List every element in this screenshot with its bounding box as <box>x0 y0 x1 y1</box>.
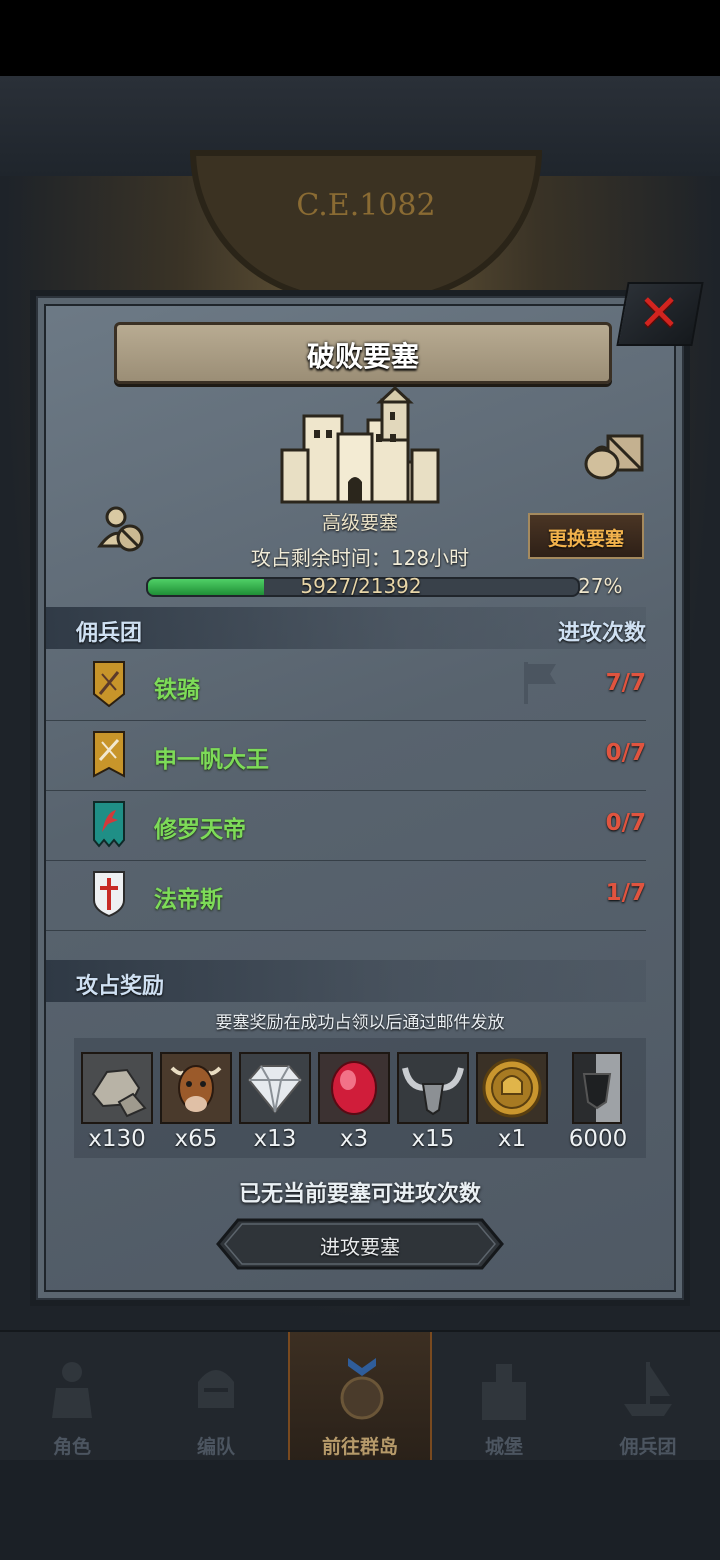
nav-label: 城堡 <box>484 1436 523 1458</box>
mercenary-row[interactable]: 铁骑 7/7 <box>46 650 646 721</box>
reward-item[interactable] <box>318 1052 390 1124</box>
capture-progress-value: 5927/21392 <box>300 574 422 598</box>
status-bar <box>0 0 720 76</box>
mercenary-section-header: 佣兵团 进攻次数 <box>46 607 646 649</box>
helmet-icon <box>198 1370 234 1408</box>
dialog-title: 破败要塞 <box>306 340 419 373</box>
yellow-sword-shield-icon <box>93 661 125 708</box>
ox-icon <box>162 1054 230 1122</box>
reward-quantity: x13 <box>253 1126 297 1152</box>
horns-icon <box>399 1054 467 1122</box>
nav-formation[interactable]: 编队 <box>144 1332 288 1462</box>
reward-section-header: 攻占奖励 <box>46 960 646 1002</box>
nav-mercenary[interactable]: 佣兵团 <box>576 1332 720 1462</box>
attack-count: 0/7 <box>605 740 646 766</box>
reward-header-label: 攻占奖励 <box>76 974 165 999</box>
nav-label: 角色 <box>52 1436 91 1458</box>
reward-item[interactable] <box>476 1052 548 1124</box>
gold-medal-icon <box>478 1054 546 1122</box>
reward-item[interactable] <box>572 1052 622 1124</box>
reward-quantity: x65 <box>174 1126 218 1152</box>
bottom-navigation: 角色 编队 前往群岛 城堡 佣兵团 <box>0 1330 720 1462</box>
capture-progress-percent: 27% <box>578 574 623 598</box>
nav-islands[interactable]: 前往群岛 <box>288 1332 432 1462</box>
reward-item[interactable] <box>397 1052 469 1124</box>
attack-count-header-label: 进攻次数 <box>557 621 646 646</box>
compass-icon <box>340 1358 384 1420</box>
nav-castle[interactable]: 城堡 <box>432 1332 576 1462</box>
reward-quantity: x130 <box>88 1126 146 1152</box>
reward-quantity: x1 <box>497 1126 527 1152</box>
reward-item[interactable] <box>81 1052 153 1124</box>
reward-note: 要塞奖励在成功占领以后通过邮件发放 <box>215 1013 505 1033</box>
attack-count: 7/7 <box>605 670 646 696</box>
reward-item[interactable] <box>239 1052 311 1124</box>
nav-role[interactable]: 角色 <box>0 1332 144 1462</box>
ruby-icon <box>320 1054 388 1122</box>
attack-fortress-button[interactable]: 进攻要塞 <box>216 1218 504 1270</box>
reward-item[interactable] <box>160 1052 232 1124</box>
reward-quantity: 6000 <box>568 1126 628 1152</box>
banner-token-icon <box>574 1054 620 1122</box>
attack-fortress-label: 进攻要塞 <box>320 1235 400 1259</box>
reward-quantity: x15 <box>411 1126 455 1152</box>
change-fortress-label: 更换要塞 <box>547 528 624 550</box>
system-nav-area <box>0 1460 720 1560</box>
attack-count: 0/7 <box>605 810 646 836</box>
close-button[interactable]: ✕ <box>616 282 704 346</box>
reward-quantity: x3 <box>339 1126 369 1152</box>
era-label: C.E.1082 <box>296 188 436 223</box>
nav-label: 前往群岛 <box>321 1436 398 1458</box>
mercenary-name: 铁骑 <box>154 677 200 703</box>
diamond-icon <box>241 1054 309 1122</box>
white-cross-shield-icon <box>93 871 125 918</box>
change-fortress-button[interactable]: 更换要塞 <box>528 513 644 559</box>
no-person-icon[interactable] <box>96 504 146 554</box>
yellow-sword-banner-icon <box>93 731 125 778</box>
ship-icon <box>624 1362 672 1416</box>
supply-bag-icon[interactable] <box>584 430 646 480</box>
flag-icon <box>524 662 556 704</box>
castle-icon <box>280 386 440 504</box>
stone-icon <box>83 1054 151 1122</box>
mercenary-name: 修罗天帝 <box>154 817 246 843</box>
castle-nav-icon <box>482 1364 526 1420</box>
attack-count: 1/7 <box>605 880 646 906</box>
mercenary-name: 法帝斯 <box>154 887 223 913</box>
teal-dragon-banner-icon <box>93 801 125 848</box>
no-attempts-message: 已无当前要塞可进攻次数 <box>238 1182 481 1207</box>
time-remaining: 攻占剩余时间：128小时 <box>250 546 470 570</box>
mercenary-row[interactable]: 修罗天帝 0/7 <box>46 790 646 861</box>
mercenary-name: 申一帆大王 <box>154 747 269 773</box>
nav-label: 编队 <box>196 1436 235 1458</box>
nav-label: 佣兵团 <box>619 1436 677 1458</box>
mercenary-header-label: 佣兵团 <box>76 621 143 646</box>
close-icon: ✕ <box>638 284 681 342</box>
mercenary-row[interactable]: 法帝斯 1/7 <box>46 860 646 931</box>
knight-icon <box>52 1362 92 1418</box>
mercenary-row[interactable]: 申一帆大王 0/7 <box>46 720 646 791</box>
title-banner: 破败要塞 <box>114 322 612 384</box>
fortress-name: 高级要塞 <box>321 512 398 534</box>
